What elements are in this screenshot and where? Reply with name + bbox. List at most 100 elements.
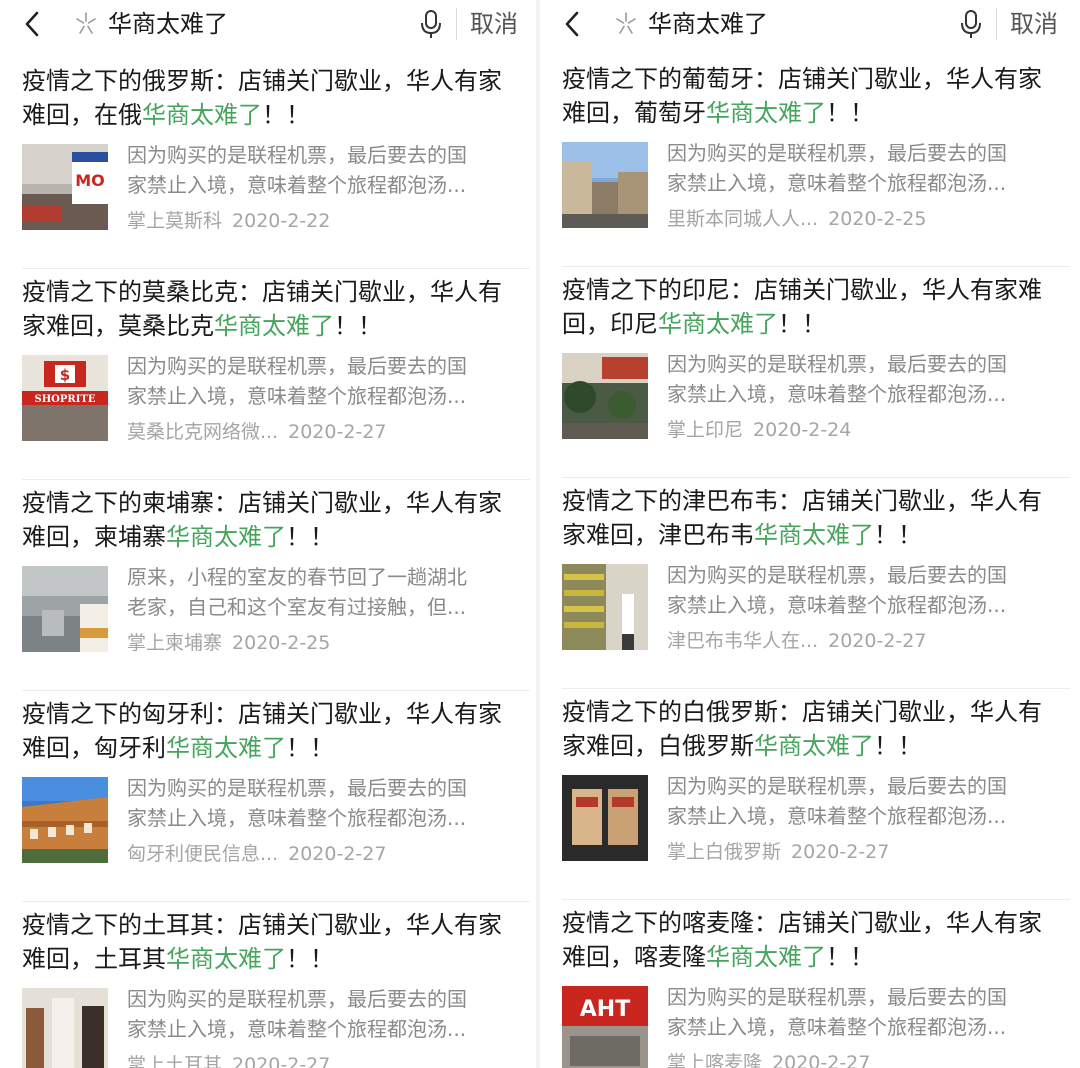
result-thumbnail <box>22 988 108 1068</box>
description-line: 家禁止入境，意味着整个旅程都泡汤... <box>667 171 1007 195</box>
result-title[interactable]: 疫情之下的印尼：店铺关门歇业，华人有家难回，印尼华商太难了！！ <box>562 273 1052 341</box>
cancel-button[interactable]: 取消 <box>470 8 518 40</box>
title-highlight: 华商太难了 <box>214 312 334 340</box>
search-bar-divider <box>456 8 457 40</box>
title-suffix: ！！ <box>826 943 874 971</box>
result-thumbnail <box>22 566 108 652</box>
result-source: 掌上喀麦隆 <box>667 1052 763 1068</box>
title-suffix: ！！ <box>286 734 334 762</box>
search-result-item[interactable]: 疫情之下的津巴布韦：店铺关门歇业，华人有家难回，津巴布韦华商太难了！！ 因为购买… <box>540 478 1080 689</box>
result-date: 2020-2-27 <box>828 630 927 652</box>
result-source: 掌上莫斯科 <box>127 210 223 232</box>
title-highlight: 华商太难了 <box>754 521 874 549</box>
search-result-item[interactable]: 疫情之下的柬埔寨：店铺关门歇业，华人有家难回，柬埔寨华商太难了！！ 原来，小程的… <box>0 480 540 691</box>
result-thumbnail <box>562 142 648 228</box>
search-result-item[interactable]: 疫情之下的喀麦隆：店铺关门歇业，华人有家难回，喀麦隆华商太难了！！ AHT 因为… <box>540 900 1080 1068</box>
result-meta: 匈牙利便民信息... 2020-2-27 <box>127 839 386 869</box>
search-bar: 华商太难了 取消 <box>540 0 1080 50</box>
description-line: 家禁止入境，意味着整个旅程都泡汤... <box>127 806 467 830</box>
result-description: 因为购买的是联程机票，最后要去的国 家禁止入境，意味着整个旅程都泡汤... <box>667 982 1057 1042</box>
result-title[interactable]: 疫情之下的柬埔寨：店铺关门歇业，华人有家难回，柬埔寨华商太难了！！ <box>22 486 512 554</box>
description-line: 因为购买的是联程机票，最后要去的国 <box>667 985 1007 1009</box>
result-title[interactable]: 疫情之下的喀麦隆：店铺关门歇业，华人有家难回，喀麦隆华商太难了！！ <box>562 906 1052 974</box>
thumbnail-sign-text: SHOPRITE <box>35 394 96 405</box>
result-title[interactable]: 疫情之下的俄罗斯：店铺关门歇业，华人有家难回，在俄华商太难了！！ <box>22 64 512 132</box>
result-source: 掌上印尼 <box>667 419 744 441</box>
result-source: 津巴布韦华人在... <box>667 630 819 652</box>
search-result-item[interactable]: 疫情之下的印尼：店铺关门歇业，华人有家难回，印尼华商太难了！！ 因为购买的是联程… <box>540 267 1080 478</box>
result-title[interactable]: 疫情之下的匈牙利：店铺关门歇业，华人有家难回，匈牙利华商太难了！！ <box>22 697 512 765</box>
result-meta: 掌上印尼 2020-2-24 <box>667 415 851 445</box>
result-title[interactable]: 疫情之下的莫桑比克：店铺关门歇业，华人有家难回，莫桑比克华商太难了！！ <box>22 275 512 343</box>
result-title[interactable]: 疫情之下的葡萄牙：店铺关门歇业，华人有家难回，葡萄牙华商太难了！！ <box>562 62 1052 130</box>
search-bar-divider <box>996 8 997 40</box>
sparkle-icon <box>76 12 96 34</box>
description-line: 因为购买的是联程机票，最后要去的国 <box>667 563 1007 587</box>
result-source: 掌上柬埔寨 <box>127 632 223 654</box>
description-line: 家禁止入境，意味着整个旅程都泡汤... <box>667 382 1007 406</box>
microphone-icon[interactable] <box>960 9 982 39</box>
title-highlight: 华商太难了 <box>166 523 286 551</box>
search-result-item[interactable]: 疫情之下的匈牙利：店铺关门歇业，华人有家难回，匈牙利华商太难了！！ 因为购买的是… <box>0 691 540 902</box>
search-result-item[interactable]: 疫情之下的葡萄牙：店铺关门歇业，华人有家难回，葡萄牙华商太难了！！ 因为购买的是… <box>540 56 1080 267</box>
result-meta: 掌上莫斯科 2020-2-22 <box>127 206 330 236</box>
result-thumbnail <box>562 775 648 861</box>
back-chevron-icon[interactable] <box>560 9 584 39</box>
search-result-item[interactable]: 疫情之下的俄罗斯：店铺关门歇业，华人有家难回，在俄华商太难了！！ MO 因为购买… <box>0 58 540 269</box>
search-input[interactable]: 华商太难了 <box>108 8 228 40</box>
description-line: 原来，小程的室友的春节回了一趟湖北 <box>127 565 467 589</box>
title-highlight: 华商太难了 <box>658 310 778 338</box>
search-results-list: 疫情之下的葡萄牙：店铺关门歇业，华人有家难回，葡萄牙华商太难了！！ 因为购买的是… <box>540 56 1080 1068</box>
result-source: 匈牙利便民信息... <box>127 843 279 865</box>
result-source: 莫桑比克网络微... <box>127 421 279 443</box>
description-line: 家禁止入境，意味着整个旅程都泡汤... <box>667 804 1007 828</box>
title-highlight: 华商太难了 <box>706 943 826 971</box>
description-line: 家禁止入境，意味着整个旅程都泡汤... <box>127 173 467 197</box>
search-input[interactable]: 华商太难了 <box>648 8 768 40</box>
result-description: 因为购买的是联程机票，最后要去的国 家禁止入境，意味着整个旅程都泡汤... <box>127 351 517 411</box>
title-highlight: 华商太难了 <box>166 945 286 973</box>
description-line: 因为购买的是联程机票，最后要去的国 <box>127 987 467 1011</box>
title-suffix: ！！ <box>874 521 922 549</box>
result-date: 2020-2-25 <box>828 208 927 230</box>
result-description: 因为购买的是联程机票，最后要去的国 家禁止入境，意味着整个旅程都泡汤... <box>127 984 517 1044</box>
result-source: 掌上白俄罗斯 <box>667 841 782 863</box>
result-source: 里斯本同城人人... <box>667 208 819 230</box>
description-line: 家禁止入境，意味着整个旅程都泡汤... <box>667 1015 1007 1039</box>
search-result-item[interactable]: 疫情之下的白俄罗斯：店铺关门歇业，华人有家难回，白俄罗斯华商太难了！！ 因为购买… <box>540 689 1080 900</box>
search-result-item[interactable]: 疫情之下的莫桑比克：店铺关门歇业，华人有家难回，莫桑比克华商太难了！！ $ SH… <box>0 269 540 480</box>
description-line: 因为购买的是联程机票，最后要去的国 <box>127 143 467 167</box>
result-description: 因为购买的是联程机票，最后要去的国 家禁止入境，意味着整个旅程都泡汤... <box>127 773 517 833</box>
description-line: 因为购买的是联程机票，最后要去的国 <box>667 352 1007 376</box>
thumbnail-sign-text: MO <box>75 171 105 190</box>
result-title[interactable]: 疫情之下的白俄罗斯：店铺关门歇业，华人有家难回，白俄罗斯华商太难了！！ <box>562 695 1052 763</box>
search-result-item[interactable]: 疫情之下的土耳其：店铺关门歇业，华人有家难回，土耳其华商太难了！！ 因为购买的是… <box>0 902 540 1068</box>
result-meta: 莫桑比克网络微... 2020-2-27 <box>127 417 386 447</box>
thumbnail-sign-text: AHT <box>580 997 630 1022</box>
result-date: 2020-2-25 <box>232 632 331 654</box>
cancel-button[interactable]: 取消 <box>1010 8 1058 40</box>
sparkle-icon <box>616 12 636 34</box>
result-thumbnail: $ SHOPRITE <box>22 355 108 441</box>
result-title[interactable]: 疫情之下的土耳其：店铺关门歇业，华人有家难回，土耳其华商太难了！！ <box>22 908 512 976</box>
description-line: 家禁止入境，意味着整个旅程都泡汤... <box>667 593 1007 617</box>
search-results-list: 疫情之下的俄罗斯：店铺关门歇业，华人有家难回，在俄华商太难了！！ MO 因为购买… <box>0 58 540 1068</box>
result-meta: 津巴布韦华人在... 2020-2-27 <box>667 626 926 656</box>
result-description: 原来，小程的室友的春节回了一趟湖北 老家，自己和这个室友有过接触，但... <box>127 562 517 622</box>
svg-text:$: $ <box>60 366 70 384</box>
description-line: 因为购买的是联程机票，最后要去的国 <box>667 141 1007 165</box>
result-description: 因为购买的是联程机票，最后要去的国 家禁止入境，意味着整个旅程都泡汤... <box>667 771 1057 831</box>
search-screen-left: 华商太难了 取消 疫情之下的俄罗斯：店铺关门歇业，华人有家难回，在俄华商太难了！… <box>0 0 540 1068</box>
result-thumbnail <box>562 353 648 439</box>
result-date: 2020-2-27 <box>288 843 387 865</box>
result-thumbnail: AHT <box>562 986 648 1068</box>
title-suffix: ！！ <box>874 732 922 760</box>
back-chevron-icon[interactable] <box>20 9 44 39</box>
description-line: 因为购买的是联程机票，最后要去的国 <box>667 774 1007 798</box>
result-date: 2020-2-27 <box>791 841 890 863</box>
microphone-icon[interactable] <box>420 9 442 39</box>
result-meta: 里斯本同城人人... 2020-2-25 <box>667 204 926 234</box>
result-date: 2020-2-22 <box>232 210 331 232</box>
result-title[interactable]: 疫情之下的津巴布韦：店铺关门歇业，华人有家难回，津巴布韦华商太难了！！ <box>562 484 1052 552</box>
description-line: 老家，自己和这个室友有过接触，但... <box>127 595 467 619</box>
